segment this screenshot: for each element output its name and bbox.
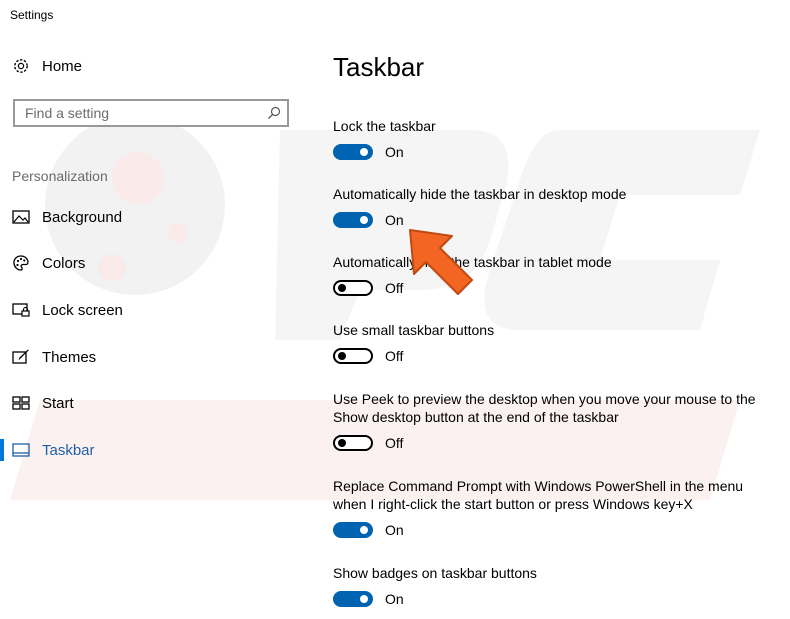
setting-powershell: Replace Command Prompt with Windows Powe… <box>333 477 773 538</box>
toggle-knob <box>360 595 368 603</box>
toggle-switch[interactable] <box>333 435 373 451</box>
toggle-switch[interactable] <box>333 522 373 538</box>
setting-peek: Use Peek to preview the desktop when you… <box>333 390 773 451</box>
home-nav-item[interactable]: Home <box>12 57 82 75</box>
sidebar-item-taskbar[interactable]: Taskbar <box>12 438 95 462</box>
toggle-state: On <box>385 591 404 607</box>
page-title: Taskbar <box>333 52 425 82</box>
taskbar-icon <box>12 441 30 459</box>
toggle-switch[interactable] <box>333 144 373 160</box>
toggle-knob <box>338 352 346 360</box>
sidebar-item-background[interactable]: Background <box>12 205 122 229</box>
toggle-knob <box>360 148 368 156</box>
setting-label: Show badges on taskbar buttons <box>333 565 537 581</box>
toggle-state: On <box>385 212 404 228</box>
picture-icon <box>12 208 30 226</box>
main-content: Taskbar Lock the taskbar On Automaticall… <box>333 0 773 619</box>
toggle-knob <box>338 284 346 292</box>
toggle-knob <box>360 216 368 224</box>
search-input[interactable] <box>15 101 265 125</box>
sidebar-item-label: Lock screen <box>42 301 123 319</box>
sidebar: Home Personalization Background Colors L… <box>0 0 310 619</box>
toggle-switch[interactable] <box>333 591 373 607</box>
setting-label: Replace Command Prompt with Windows Powe… <box>333 478 744 512</box>
home-label: Home <box>42 57 83 75</box>
toggle-state: Off <box>385 348 404 364</box>
active-indicator <box>0 439 4 461</box>
brush-icon <box>12 348 30 366</box>
sidebar-item-label: Taskbar <box>42 441 95 459</box>
sidebar-item-start[interactable]: Start <box>12 391 74 415</box>
sidebar-item-colors[interactable]: Colors <box>12 251 85 275</box>
toggle-state: On <box>385 522 404 538</box>
toggle-switch[interactable] <box>333 348 373 364</box>
start-tiles-icon <box>12 394 30 412</box>
sidebar-item-label: Background <box>42 208 123 226</box>
setting-label: Automatically hide the taskbar in deskto… <box>333 186 627 202</box>
sidebar-item-label: Colors <box>42 254 86 272</box>
setting-lock-taskbar: Lock the taskbar On <box>333 117 773 160</box>
gear-icon <box>12 57 30 75</box>
toggle-state: On <box>385 144 404 160</box>
search-box[interactable] <box>13 99 289 127</box>
setting-label: Use small taskbar buttons <box>333 322 495 338</box>
toggle-switch[interactable] <box>333 280 373 296</box>
toggle-knob <box>338 439 346 447</box>
sidebar-item-lock-screen[interactable]: Lock screen <box>12 298 123 322</box>
section-heading: Personalization <box>12 168 108 184</box>
setting-autohide-tablet: Automatically hide the taskbar in tablet… <box>333 253 773 296</box>
palette-icon <box>12 254 30 272</box>
setting-small-buttons: Use small taskbar buttons Off <box>333 321 773 364</box>
setting-label: Automatically hide the taskbar in tablet… <box>333 254 612 270</box>
toggle-knob <box>360 526 368 534</box>
search-icon[interactable] <box>267 106 281 125</box>
sidebar-item-label: Themes <box>42 348 97 366</box>
sidebar-item-label: Start <box>42 394 74 412</box>
toggle-switch[interactable] <box>333 212 373 228</box>
setting-label: Lock the taskbar <box>333 118 436 134</box>
toggle-state: Off <box>385 435 404 451</box>
toggle-state: Off <box>385 280 404 296</box>
lock-screen-icon <box>12 301 30 319</box>
setting-badges: Show badges on taskbar buttons On <box>333 564 773 607</box>
setting-autohide-desktop: Automatically hide the taskbar in deskto… <box>333 185 773 228</box>
setting-label: Use Peek to preview the desktop when you… <box>333 391 756 425</box>
sidebar-item-themes[interactable]: Themes <box>12 345 96 369</box>
